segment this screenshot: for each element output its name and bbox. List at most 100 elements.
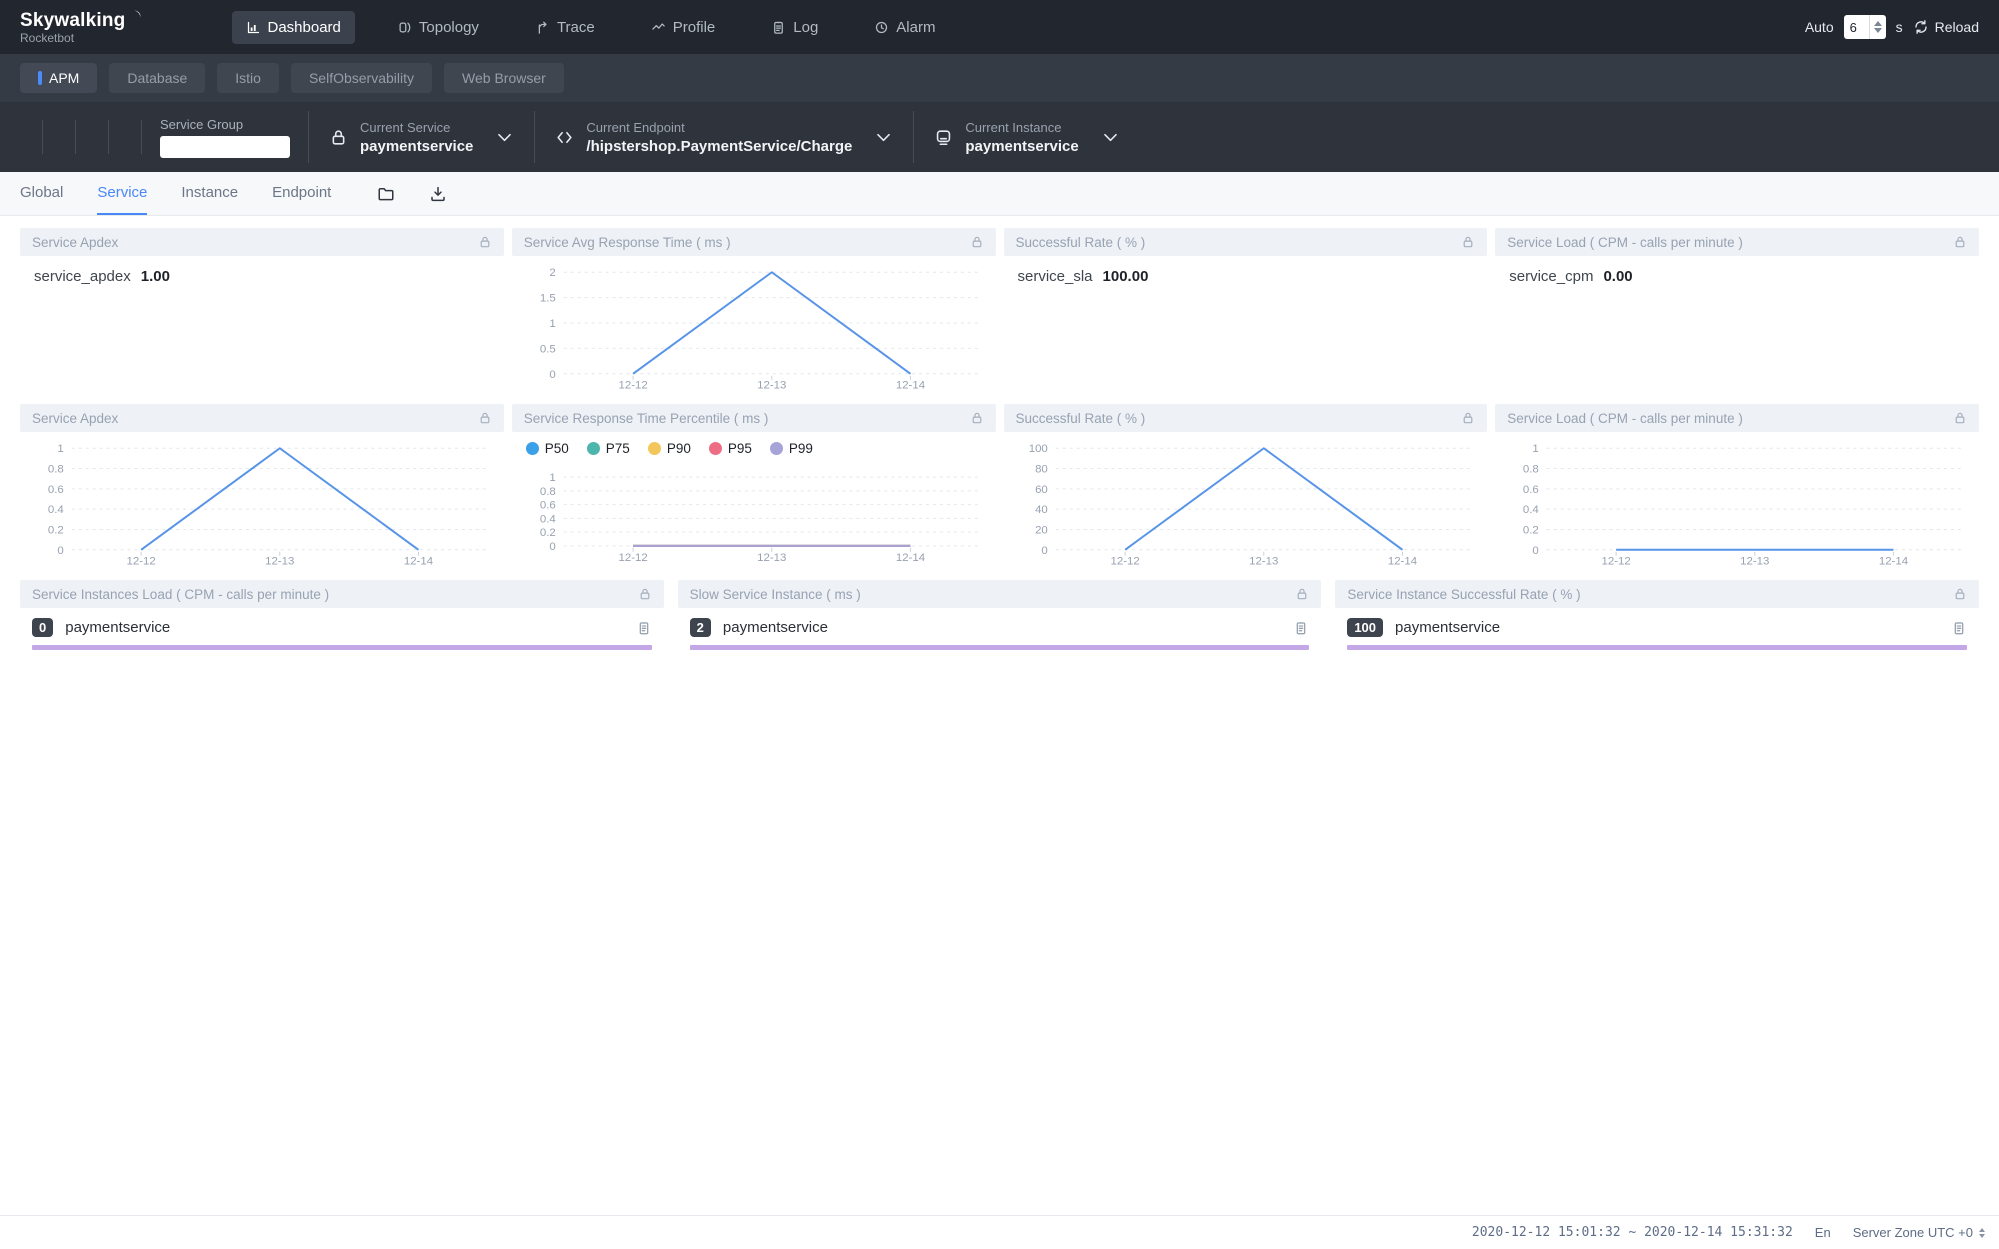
- svg-text:12-14: 12-14: [896, 380, 926, 392]
- svg-text:12-13: 12-13: [1249, 556, 1278, 568]
- instance-row[interactable]: 100 paymentservice: [1335, 608, 1979, 637]
- card-body: service_apdex 1.00: [20, 256, 504, 285]
- dashboard-toolbar: Service Group Current Service paymentser…: [0, 102, 1999, 172]
- card-header: Service Apdex: [20, 404, 504, 432]
- svg-text:0: 0: [549, 369, 555, 381]
- svg-text:0.2: 0.2: [1523, 524, 1539, 536]
- refresh-icon: [1913, 19, 1929, 35]
- card-header: Service Load ( CPM - calls per minute ): [1495, 228, 1979, 256]
- lock-icon[interactable]: [1461, 411, 1475, 425]
- legend-label: P99: [789, 441, 813, 456]
- lock-icon[interactable]: [970, 235, 984, 249]
- selector-value: paymentservice: [360, 138, 473, 155]
- legend-label: P50: [545, 441, 569, 456]
- auto-interval-input[interactable]: 6: [1844, 15, 1886, 39]
- nav-item-profile[interactable]: Profile: [637, 11, 730, 44]
- current-endpoint-selector[interactable]: Current Endpoint /hipstershop.PaymentSer…: [535, 120, 913, 155]
- line-chart-percentile: 00.20.40.60.8112-1212-1312-14: [516, 456, 992, 566]
- code-icon: [555, 128, 574, 147]
- active-indicator: [38, 71, 42, 85]
- lock-icon[interactable]: [1461, 235, 1475, 249]
- spinner-arrows-icon[interactable]: [1979, 1228, 1985, 1238]
- legend-item-p99[interactable]: P99: [770, 441, 813, 456]
- instance-row[interactable]: 0 paymentservice: [20, 608, 664, 637]
- category-apm[interactable]: APM: [20, 63, 97, 93]
- card-avg-response-time: Service Avg Response Time ( ms ) 00.511.…: [512, 228, 996, 396]
- app-logo-title: Skywalking: [20, 11, 126, 30]
- metric-value: 1.00: [141, 268, 170, 285]
- server-zone-control[interactable]: Server Zone UTC +0: [1853, 1225, 1985, 1240]
- tab-global[interactable]: Global: [20, 172, 63, 215]
- nav-item-trace[interactable]: Trace: [521, 11, 609, 44]
- time-range-picker[interactable]: 2020-12-12 15:01:32 ~ 2020-12-14 15:31:3…: [1472, 1225, 1793, 1240]
- folder-icon[interactable]: [377, 185, 395, 203]
- category-database[interactable]: Database: [109, 63, 205, 93]
- metric-label: service_apdex: [34, 268, 131, 285]
- spinner-arrows-icon[interactable]: [1869, 15, 1886, 39]
- server-zone-label: Server Zone UTC +0: [1853, 1225, 1973, 1240]
- nav-item-alarm[interactable]: Alarm: [860, 11, 949, 44]
- download-icon[interactable]: [429, 185, 447, 203]
- card-service-load-chart: Service Load ( CPM - calls per minute ) …: [1495, 404, 1979, 572]
- auto-unit-label: s: [1896, 19, 1903, 35]
- svg-text:12-14: 12-14: [1387, 556, 1417, 568]
- current-service-selector[interactable]: Current Service paymentservice: [309, 120, 534, 155]
- lock-icon[interactable]: [1295, 587, 1309, 601]
- lock-icon[interactable]: [638, 587, 652, 601]
- divider: [75, 120, 76, 154]
- lock-icon[interactable]: [478, 235, 492, 249]
- cards-row-3: Service Instances Load ( CPM - calls per…: [20, 580, 1979, 656]
- svg-text:0: 0: [1041, 545, 1047, 557]
- nav-item-dashboard[interactable]: Dashboard: [232, 11, 355, 44]
- language-toggle[interactable]: En: [1815, 1225, 1831, 1240]
- legend-label: P90: [667, 441, 691, 456]
- clipboard-icon[interactable]: [1293, 620, 1309, 636]
- reload-button[interactable]: Reload: [1913, 19, 1979, 35]
- instance-row[interactable]: 2 paymentservice: [678, 608, 1322, 637]
- card-service-apdex-value: Service Apdex service_apdex 1.00: [20, 228, 504, 396]
- card-header: Successful Rate ( % ): [1004, 228, 1488, 256]
- legend-item-p95[interactable]: P95: [709, 441, 752, 456]
- category-label: Database: [127, 70, 187, 86]
- legend-item-p75[interactable]: P75: [587, 441, 630, 456]
- svg-text:1: 1: [549, 472, 555, 484]
- legend-label: P95: [728, 441, 752, 456]
- lock-icon[interactable]: [1953, 235, 1967, 249]
- divider: [108, 120, 109, 154]
- tab-endpoint[interactable]: Endpoint: [272, 172, 331, 215]
- current-instance-selector[interactable]: Current Instance paymentservice: [914, 120, 1139, 155]
- lock-icon[interactable]: [1953, 587, 1967, 601]
- chart-legend: P50 P75 P90 P95 P99: [512, 432, 996, 456]
- alarm-icon: [874, 20, 889, 35]
- app-logo[interactable]: Skywalking Rocketbot: [20, 11, 142, 44]
- instance-value-badge: 2: [690, 618, 711, 637]
- lock-icon[interactable]: [970, 411, 984, 425]
- card-title: Successful Rate ( % ): [1016, 235, 1462, 250]
- selector-label: Current Endpoint: [586, 120, 852, 135]
- trace-icon: [535, 20, 550, 35]
- clipboard-icon[interactable]: [636, 620, 652, 636]
- lock-icon[interactable]: [1953, 411, 1967, 425]
- svg-text:0.6: 0.6: [1523, 484, 1539, 496]
- card-instance-successful-rate: Service Instance Successful Rate ( % ) 1…: [1335, 580, 1979, 656]
- category-selfobservability[interactable]: SelfObservability: [291, 63, 432, 93]
- legend-label: P75: [606, 441, 630, 456]
- lock-icon[interactable]: [478, 411, 492, 425]
- clipboard-icon[interactable]: [1951, 620, 1967, 636]
- tab-service[interactable]: Service: [97, 172, 147, 215]
- category-web-browser[interactable]: Web Browser: [444, 63, 564, 93]
- tab-instance[interactable]: Instance: [181, 172, 238, 215]
- svg-text:12-12: 12-12: [126, 556, 155, 568]
- card-title: Service Load ( CPM - calls per minute ): [1507, 411, 1953, 426]
- instance-value-badge: 0: [32, 618, 53, 637]
- service-group-input[interactable]: [160, 136, 290, 158]
- legend-item-p90[interactable]: P90: [648, 441, 691, 456]
- legend-item-p50[interactable]: P50: [526, 441, 569, 456]
- nav-label: Log: [793, 19, 818, 36]
- card-body: 00.20.40.60.8112-1212-1312-14: [20, 432, 504, 572]
- nav-item-log[interactable]: Log: [757, 11, 832, 44]
- nav-item-topology[interactable]: Topology: [383, 11, 493, 44]
- category-istio[interactable]: Istio: [217, 63, 279, 93]
- card-title: Slow Service Instance ( ms ): [690, 587, 1296, 602]
- instance-name: paymentservice: [1395, 619, 1939, 636]
